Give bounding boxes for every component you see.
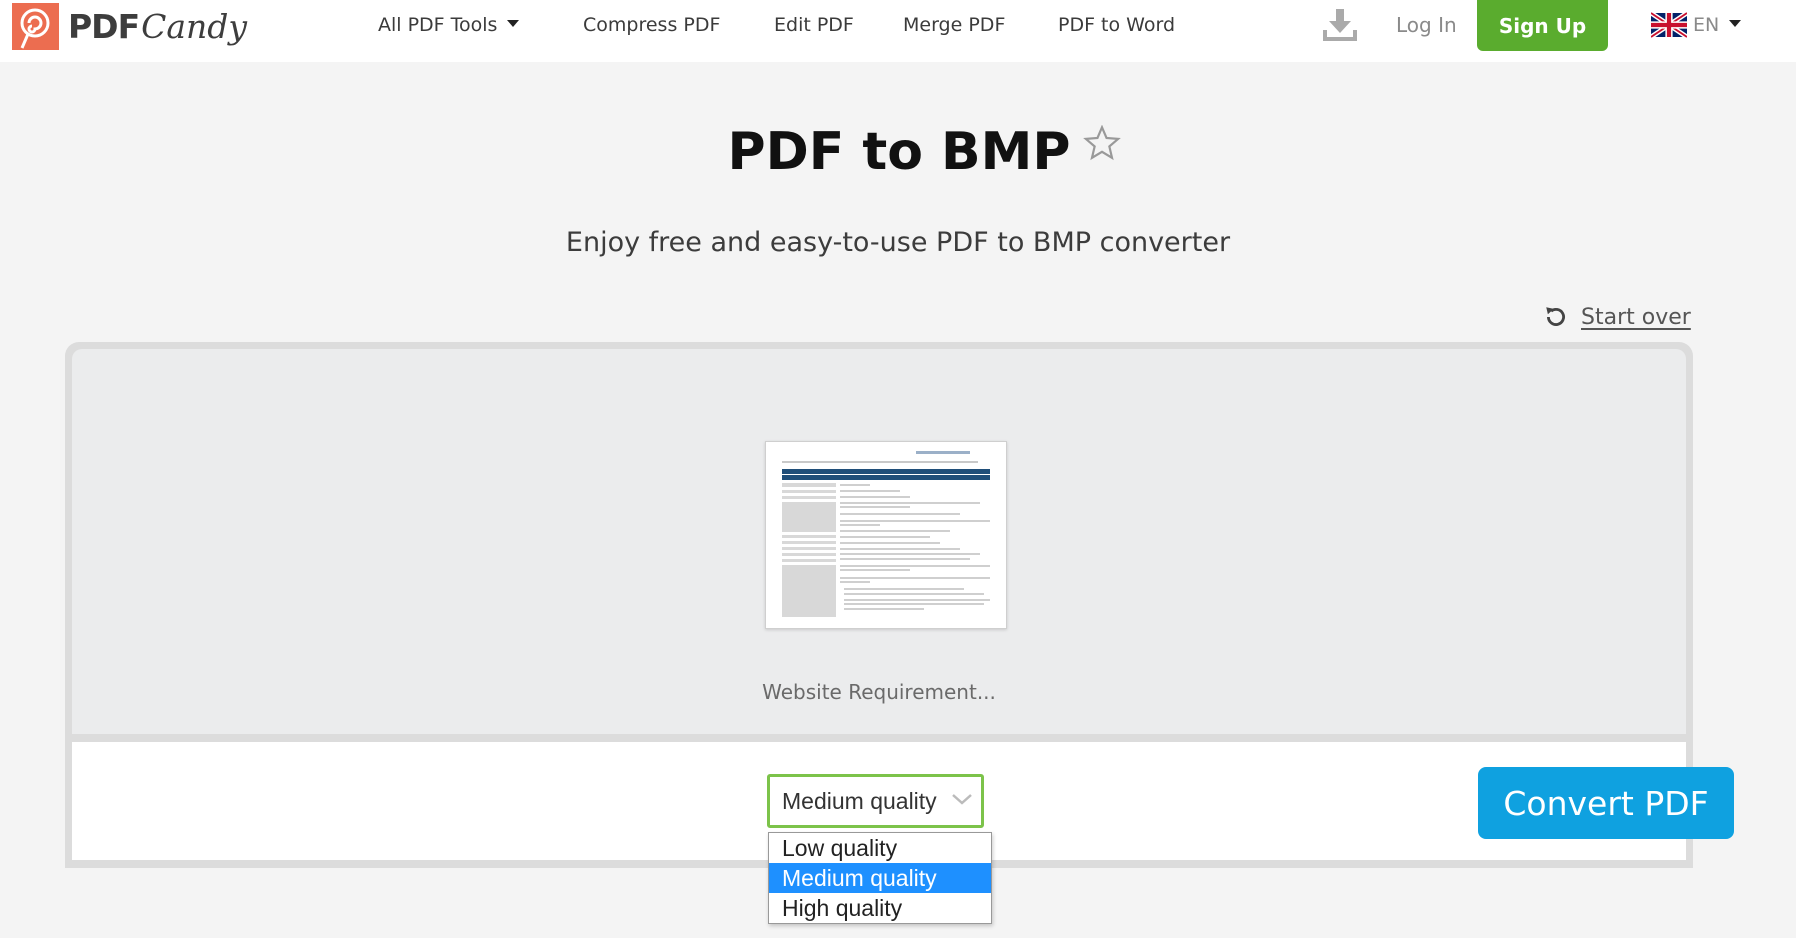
quality-select[interactable]: Medium quality: [767, 774, 984, 828]
file-preview-area: Website Requirement...: [72, 349, 1686, 734]
nav-merge-pdf[interactable]: Merge PDF: [903, 14, 1005, 36]
download-icon[interactable]: [1322, 6, 1358, 49]
page-subtitle: Enjoy free and easy-to-use PDF to BMP co…: [565, 227, 1231, 258]
nav-label: All PDF Tools: [378, 14, 498, 36]
start-over-link[interactable]: Start over: [1543, 304, 1691, 330]
caret-down-icon: [507, 20, 520, 27]
pdf-thumbnail[interactable]: [765, 441, 1007, 629]
start-over-label: Start over: [1581, 304, 1691, 330]
quality-dropdown-list: Low quality Medium quality High quality: [768, 832, 992, 924]
page-title: PDF to BMP: [727, 122, 1071, 182]
quality-option-medium[interactable]: Medium quality: [769, 863, 991, 893]
quality-select-value: Medium quality: [782, 787, 937, 814]
language-selector[interactable]: EN: [1651, 10, 1742, 40]
refresh-icon: [1546, 307, 1565, 326]
file-name: Website Requirement...: [762, 680, 996, 704]
nav-edit-pdf[interactable]: Edit PDF: [774, 14, 854, 36]
quality-option-high[interactable]: High quality: [769, 893, 991, 923]
page-title-wrap: PDF to BMP: [0, 122, 1796, 182]
logo[interactable]: PDF Candy: [12, 3, 247, 50]
language-code: EN: [1693, 14, 1720, 36]
logo-text-pdf: PDF: [68, 7, 140, 46]
lollipop-icon: [12, 3, 59, 50]
convert-pdf-button[interactable]: Convert PDF: [1478, 767, 1734, 839]
quality-option-low[interactable]: Low quality: [769, 833, 991, 863]
star-icon[interactable]: [1082, 114, 1121, 174]
caret-down-icon: [1729, 19, 1742, 27]
converter-panel: Website Requirement... Medium quality Co…: [65, 342, 1734, 868]
nav-compress-pdf[interactable]: Compress PDF: [583, 14, 720, 36]
nav-all-pdf-tools[interactable]: All PDF Tools: [378, 14, 520, 36]
chevron-down-icon: [952, 794, 972, 805]
uk-flag-icon: [1651, 11, 1687, 39]
signup-button[interactable]: Sign Up: [1477, 0, 1608, 51]
login-link[interactable]: Log In: [1396, 13, 1457, 37]
top-header: PDF Candy All PDF Tools Compress PDF Edi…: [0, 0, 1796, 62]
nav-pdf-to-word[interactable]: PDF to Word: [1058, 14, 1175, 36]
logo-text-candy: Candy: [141, 7, 248, 46]
